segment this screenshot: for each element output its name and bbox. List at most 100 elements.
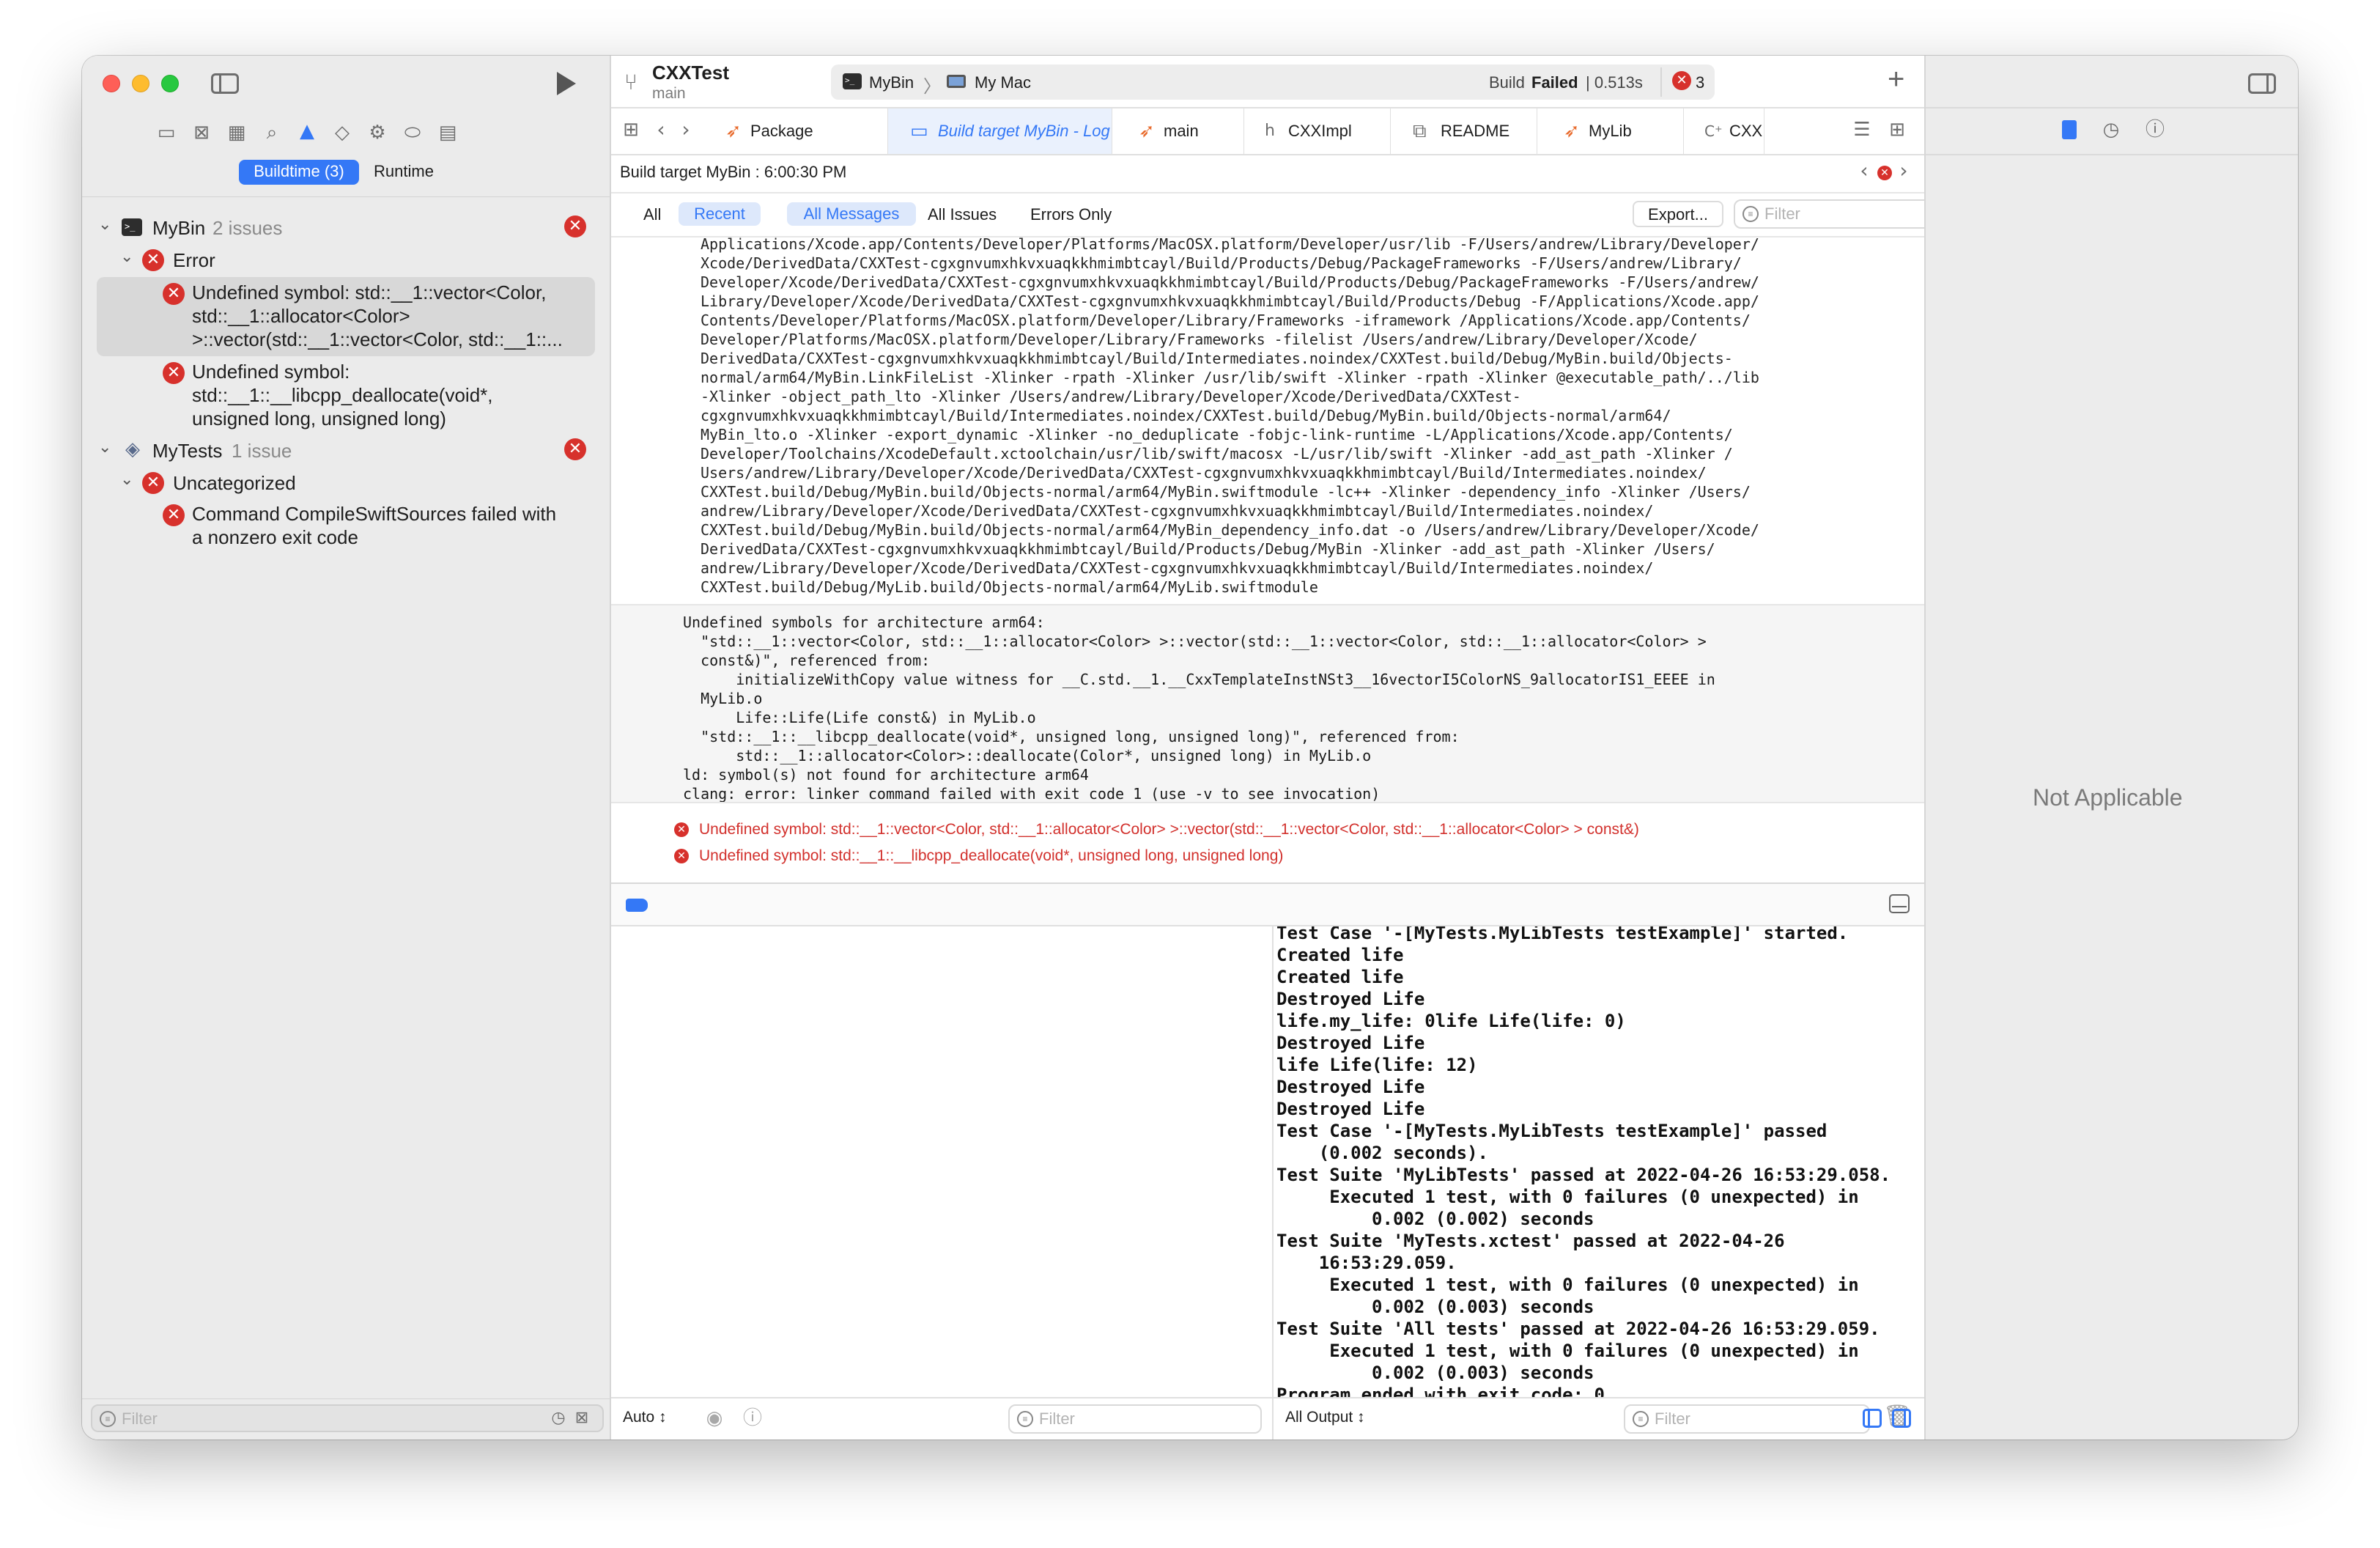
tab-build-log[interactable]: ▭ Build target MyBin - Log — [888, 108, 1112, 154]
log-error-line[interactable]: Undefined symbol: std::__1::__libcpp_dea… — [699, 847, 1283, 865]
group-name-mybin[interactable]: MyBin — [152, 217, 205, 240]
terminal-icon: >_ — [122, 218, 142, 236]
error-icon: ✕ — [1877, 166, 1892, 180]
right-panel-toggle-icon[interactable] — [1892, 1409, 1911, 1428]
error-icon: ✕ — [142, 249, 164, 271]
console-filter-field[interactable]: ≡ Filter — [1624, 1404, 1870, 1434]
source-control-icon[interactable]: ⊠ — [191, 123, 212, 142]
export-button[interactable]: Export... — [1633, 201, 1723, 227]
find-icon[interactable]: ⌕ — [261, 123, 283, 142]
project-title: CXXTest — [652, 62, 729, 84]
breakpoint-icon[interactable]: ⬭ — [402, 123, 424, 142]
filter-errors-only[interactable]: Errors Only — [1030, 205, 1112, 224]
tab-label: MyLib — [1589, 122, 1632, 140]
filter-all-issues[interactable]: All Issues — [928, 205, 997, 224]
issue-line: std::__1::allocator<Color> — [192, 305, 410, 327]
tab-label: CXX — [1729, 122, 1763, 140]
not-applicable-label: Not Applicable — [2033, 784, 2183, 811]
tab-label: README — [1441, 122, 1510, 140]
sidebar-toggle-icon[interactable] — [211, 73, 239, 94]
debug-toggle-icon[interactable] — [626, 899, 648, 912]
error-icon: ✕ — [142, 472, 164, 494]
filter-recent[interactable]: Recent — [679, 202, 761, 226]
filter-all[interactable]: All — [643, 205, 661, 224]
debug-icon[interactable]: ⚙ — [366, 123, 388, 142]
group-count-mytests: 1 issue — [232, 440, 292, 462]
inspector-toggle-icon[interactable] — [2248, 73, 2276, 94]
variables-scope-select[interactable]: Auto ↕ — [623, 1409, 667, 1426]
issue-line[interactable]: Undefined symbol: — [192, 361, 350, 383]
run-button-icon[interactable] — [557, 72, 576, 95]
minimize-window-button[interactable] — [132, 75, 149, 92]
error-icon: ✕ — [564, 438, 586, 460]
disclosure-mybin[interactable]: ⌄ — [98, 215, 111, 234]
error-count-icon[interactable]: ✕ — [1672, 71, 1691, 90]
tab-cxximpl[interactable]: h CXXImpl — [1244, 108, 1391, 154]
disclosure-uncategorized[interactable]: ⌄ — [120, 471, 133, 489]
issue-navigator-icon[interactable]: ▲ — [296, 122, 318, 141]
editor-options-icon[interactable]: ☰ — [1849, 120, 1874, 139]
report-icon[interactable]: ▤ — [437, 123, 459, 142]
issue-line: unsigned long, unsigned long) — [192, 408, 446, 430]
tab-cxx[interactable]: C⁺ CXX — [1684, 108, 1764, 154]
history-inspector-icon[interactable]: ◷ — [2100, 120, 2122, 139]
add-editor-icon[interactable]: ⊞ — [1886, 120, 1908, 139]
scheme-name[interactable]: MyBin — [869, 73, 914, 92]
tab-main[interactable]: ➶ main — [1112, 108, 1244, 154]
filter-all-messages[interactable]: All Messages — [787, 202, 916, 226]
symbol-icon[interactable]: ▦ — [226, 123, 248, 142]
grid-icon[interactable]: ⊞ — [620, 120, 642, 139]
disclosure-error[interactable]: ⌄ — [120, 248, 133, 266]
issue-line[interactable]: Command CompileSwiftSources failed with — [192, 503, 556, 526]
zoom-window-button[interactable] — [161, 75, 179, 92]
variables-filter-field[interactable]: ≡ Filter — [1008, 1404, 1262, 1434]
error-icon: ✕ — [674, 849, 689, 863]
debug-toolbar — [611, 884, 1924, 925]
close-window-button[interactable] — [103, 75, 120, 92]
error-count[interactable]: 3 — [1696, 73, 1704, 92]
error-icon: ✕ — [674, 822, 689, 837]
help-inspector-icon[interactable]: ⓘ — [2144, 120, 2166, 139]
swift-icon: ➶ — [725, 120, 742, 142]
swift-icon: ➶ — [1139, 120, 1155, 142]
book-icon: ⧉ — [1413, 120, 1427, 142]
tab-readme[interactable]: ⧉ README — [1391, 108, 1537, 154]
left-panel-toggle-icon[interactable] — [1863, 1409, 1882, 1428]
test-icon[interactable]: ◇ — [331, 123, 353, 142]
group-name-mytests[interactable]: MyTests — [152, 440, 222, 462]
eye-icon[interactable]: ◉ — [703, 1409, 725, 1428]
info-icon[interactable]: ⓘ — [742, 1409, 764, 1428]
hide-debug-area-icon[interactable] — [1889, 894, 1910, 913]
branch-icon[interactable]: ⑂ — [620, 70, 642, 95]
navigator-filter-field[interactable]: ≡ Filter — [91, 1404, 604, 1432]
next-issue-icon[interactable]: › — [1896, 161, 1911, 181]
tab-mylib[interactable]: ➶ MyLib — [1537, 108, 1684, 154]
filter-placeholder: Filter — [1655, 1409, 1690, 1428]
previous-issue-icon[interactable]: ‹ — [1857, 161, 1871, 181]
subgroup-error[interactable]: Error — [173, 249, 215, 272]
add-button[interactable]: + — [1888, 63, 1904, 96]
tab-package[interactable]: ➶ Package — [706, 108, 888, 154]
runtime-segment[interactable]: Runtime — [363, 160, 444, 185]
console-output: Test Case '-[MyTests.MyLibTests testExam… — [1276, 926, 1891, 1397]
buildtime-segment[interactable]: Buildtime (3) — [239, 160, 359, 185]
log-error-line[interactable]: Undefined symbol: std::__1::vector<Color… — [699, 821, 1639, 838]
back-icon[interactable]: ‹ — [652, 119, 670, 140]
recent-filter-icon[interactable]: ◷ — [548, 1409, 569, 1428]
build-status-prefix: Build — [1489, 73, 1525, 92]
console-output-select[interactable]: All Output ↕ — [1285, 1409, 1365, 1426]
folder-icon[interactable]: ▭ — [155, 123, 177, 142]
file-inspector-icon[interactable] — [2062, 120, 2077, 139]
issue-filter-icon[interactable]: ⊠ — [572, 1409, 592, 1428]
subgroup-uncategorized[interactable]: Uncategorized — [173, 472, 296, 495]
console-view: Test Case '-[MyTests.MyLibTests testExam… — [1274, 926, 1924, 1397]
filter-icon: ≡ — [100, 1411, 116, 1427]
disclosure-mytests[interactable]: ⌄ — [98, 438, 111, 457]
forward-icon[interactable]: › — [677, 119, 695, 140]
breadcrumb-chevron-icon: 〉 — [923, 77, 941, 97]
tab-label: Package — [750, 122, 813, 140]
error-icon: ✕ — [564, 215, 586, 237]
filter-icon: ≡ — [1633, 1411, 1649, 1427]
header-file-icon: h — [1265, 122, 1275, 140]
destination-name[interactable]: My Mac — [975, 73, 1031, 92]
